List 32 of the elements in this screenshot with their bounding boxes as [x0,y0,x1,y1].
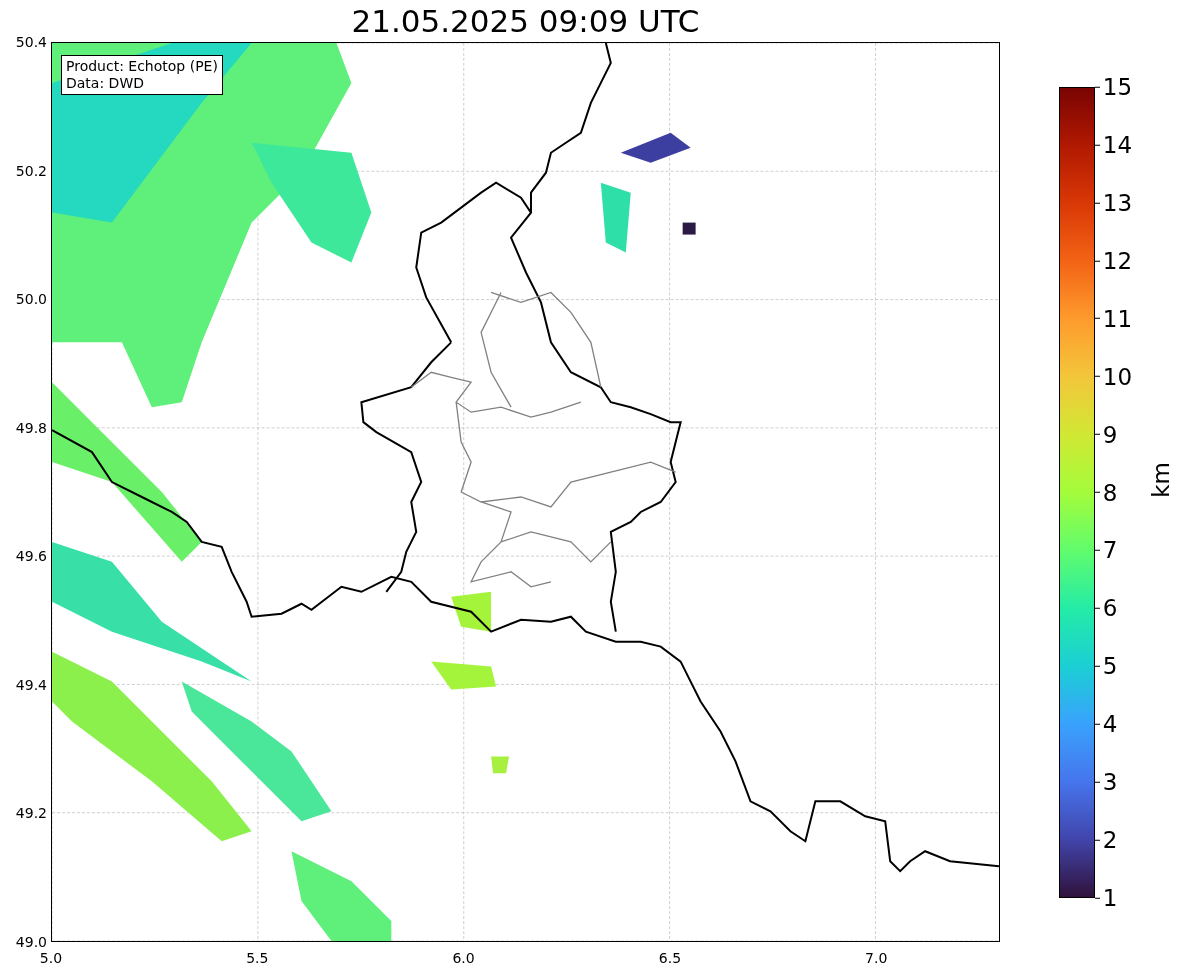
y-tick-label: 50.0 [15,289,47,309]
colorbar-tick-label: 12 [1094,243,1133,279]
colorbar-tick-label: 6 [1094,591,1118,626]
y-tick-label: 50.2 [15,161,47,181]
colorbar-label: km [1146,462,1175,498]
colorbar-tick-label: 3 [1094,764,1118,800]
colorbar-tick-label: 11 [1094,301,1133,336]
x-tick-label: 7.0 [865,949,888,968]
colorbar-tick-label: 13 [1094,185,1133,221]
colorbar-tick-label: 15 [1094,69,1133,105]
y-tick-label: 50.4 [15,32,47,52]
x-tick-label: 6.0 [452,949,475,968]
chart-title: 21.05.2025 09:09 UTC [350,2,701,41]
y-tick-label: 49.2 [15,803,47,823]
y-tick-label: 49.8 [15,418,47,438]
colorbar-tick-label: 5 [1094,649,1118,684]
y-tick-label: 49.6 [15,546,47,566]
colorbar-tick-label: 2 [1094,822,1118,858]
product-label: Product: Echotop (PE) [66,58,218,75]
y-tick-label: 49.4 [15,675,47,695]
colorbar-tick-label: 1 [1094,880,1118,916]
colorbar-tick-label: 7 [1094,533,1118,568]
y-tick-label: 49.0 [15,932,47,952]
colorbar-tick-label: 9 [1094,417,1118,452]
x-tick-label: 6.5 [658,949,682,968]
x-tick-label: 5.5 [246,949,269,968]
colorbar-tick-label: 8 [1094,475,1118,510]
colorbar-tick-label: 4 [1094,706,1118,742]
colorbar-tick-label: 10 [1094,359,1133,394]
data-source-label: Data: DWD [66,75,145,92]
colorbar-tick-label: 14 [1094,127,1133,163]
x-tick-label: 5.0 [39,949,63,968]
